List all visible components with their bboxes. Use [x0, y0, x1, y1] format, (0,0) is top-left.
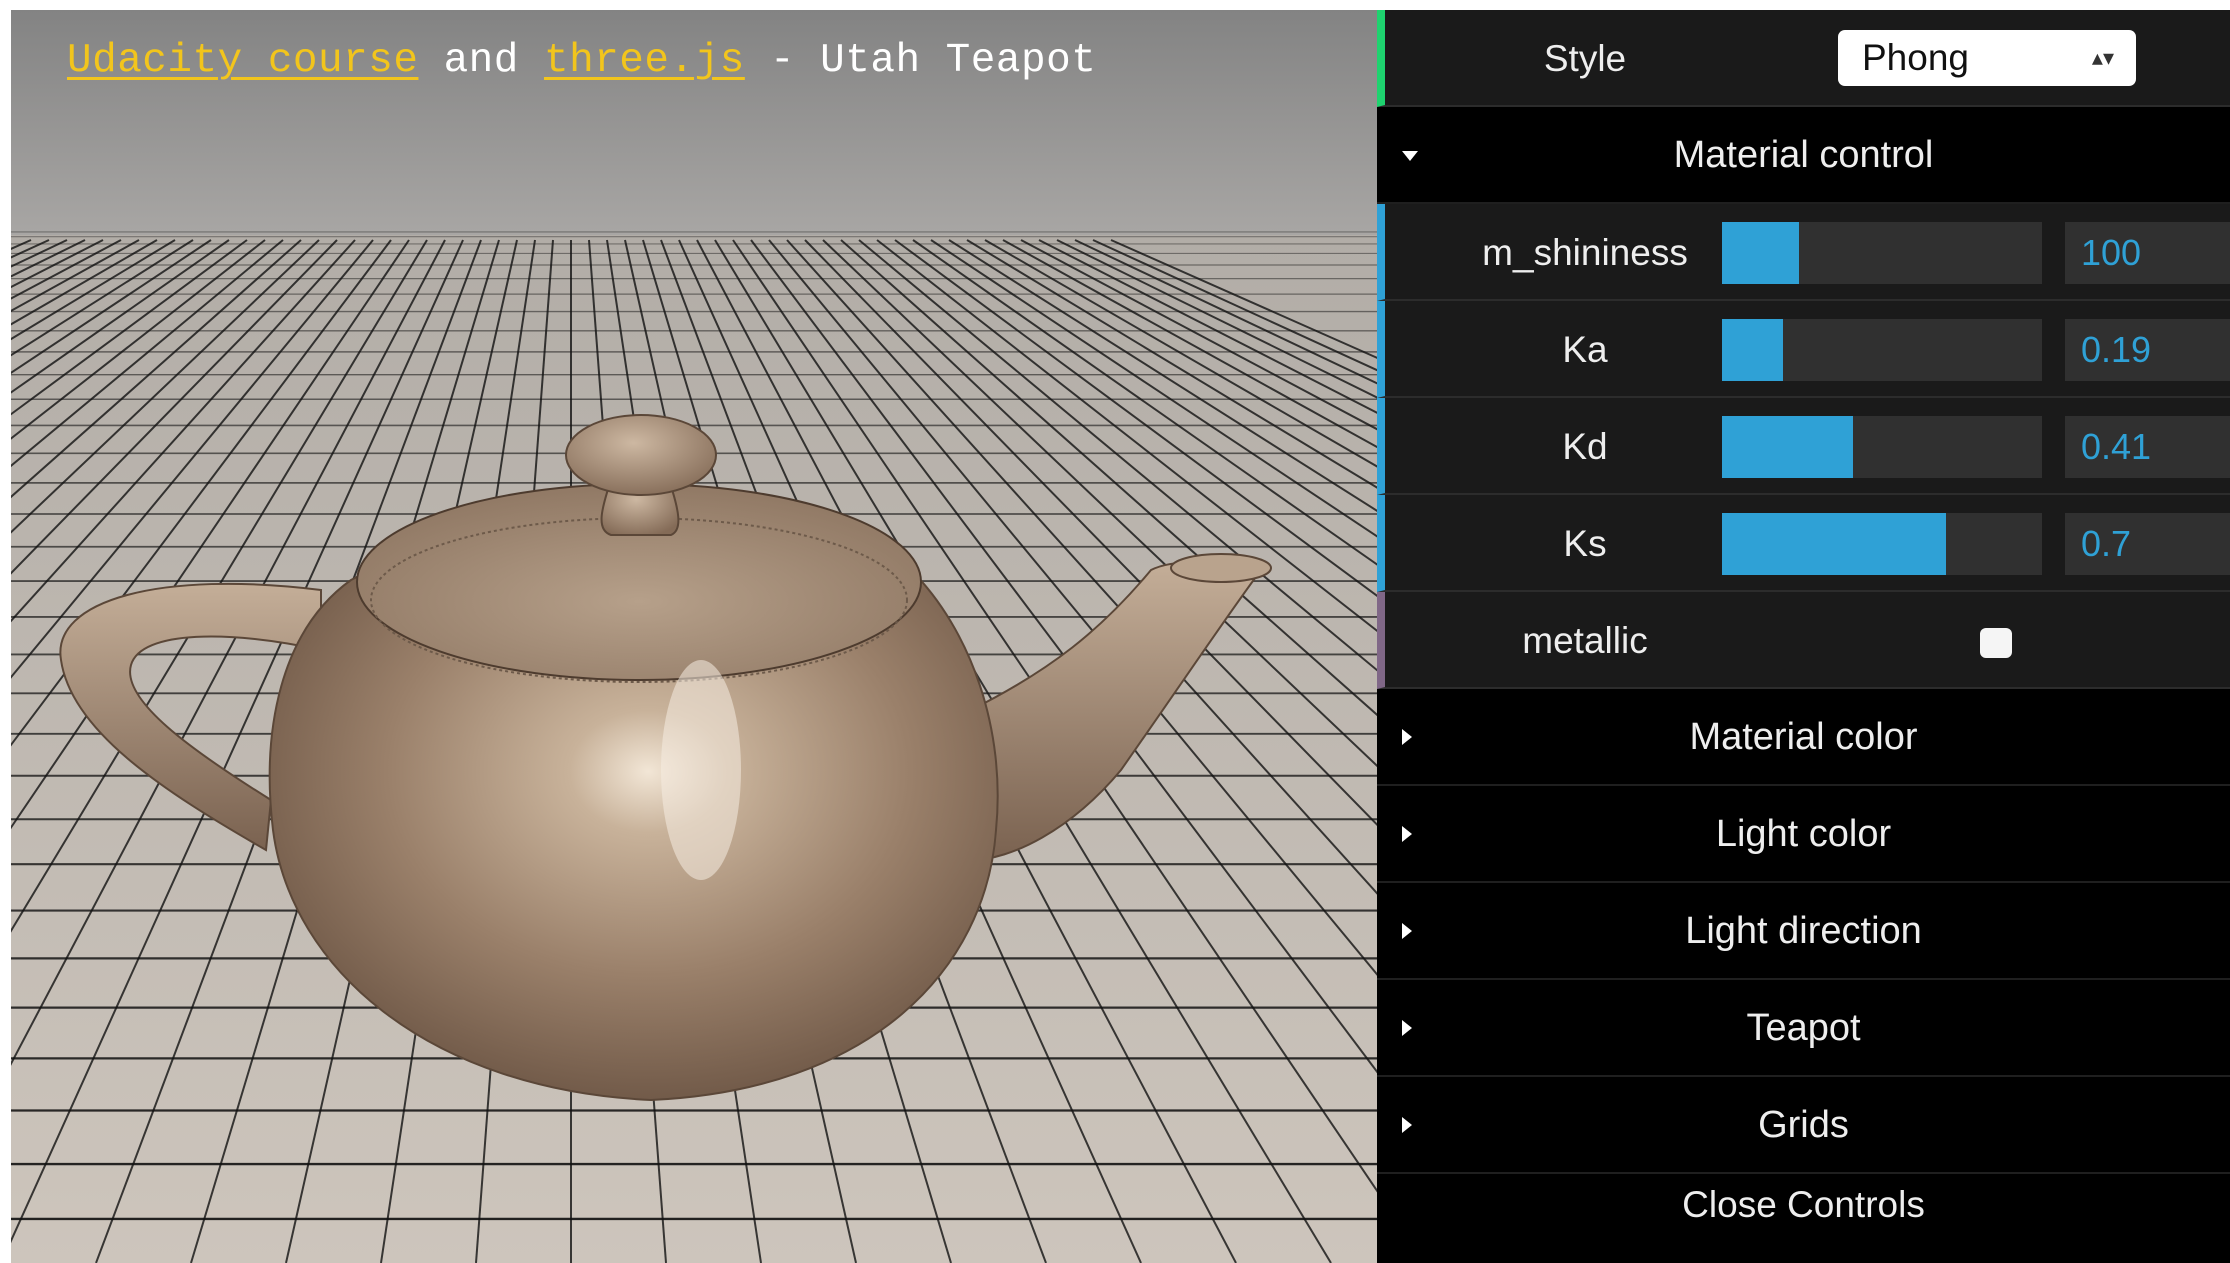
ks-input[interactable]: 0.7: [2065, 513, 2230, 575]
m-shininess-slider[interactable]: [1722, 222, 2042, 284]
slider-fill: [1722, 416, 1854, 478]
ks-slider[interactable]: [1722, 513, 2042, 575]
slider-row-ka: Ka 0.19: [1377, 301, 2230, 398]
folder-title: Light color: [1715, 813, 1892, 855]
kd-input[interactable]: 0.41: [2065, 416, 2230, 478]
header-connector: and: [418, 38, 544, 84]
metallic-checkbox[interactable]: [1980, 628, 2012, 658]
ka-slider[interactable]: [1722, 319, 2042, 381]
style-controller: Style Phong ▴▾: [1377, 10, 2230, 107]
slider-row-kd: Kd 0.41: [1377, 398, 2230, 495]
close-controls-button[interactable]: Close Controls: [1377, 1174, 2230, 1236]
folder-light-color[interactable]: Light color: [1377, 786, 2230, 883]
folder-material-color[interactable]: Material color: [1377, 689, 2230, 786]
scene-render[interactable]: [11, 10, 1377, 1263]
page-header: Udacity course and three.js - Utah Teapo…: [67, 38, 1096, 84]
ka-input[interactable]: 0.19: [2065, 319, 2230, 381]
folder-title: Grids: [1758, 1104, 1849, 1146]
folder-title: Material color: [1689, 716, 1918, 758]
folder-title: Material control: [1673, 134, 1934, 176]
style-label: Style: [1543, 38, 1627, 79]
app-window: Udacity course and three.js - Utah Teapo…: [0, 0, 2230, 1263]
kd-slider[interactable]: [1722, 416, 2042, 478]
folder-grids[interactable]: Grids: [1377, 1077, 2230, 1174]
udacity-course-link[interactable]: Udacity course: [67, 38, 418, 84]
folder-title: Light direction: [1685, 910, 1922, 952]
select-arrows-icon: ▴▾: [2091, 45, 2114, 70]
checkbox-row-metallic: metallic: [1377, 592, 2230, 689]
style-select[interactable]: Phong ▴▾: [1838, 30, 2136, 86]
folder-teapot[interactable]: Teapot: [1377, 980, 2230, 1077]
teapot-spout-tip: [1170, 553, 1272, 583]
slider-row-ks: Ks 0.7: [1377, 495, 2230, 592]
folder-light-direction[interactable]: Light direction: [1377, 883, 2230, 980]
style-selected-value: Phong: [1862, 37, 1969, 78]
slider-fill: [1722, 319, 1783, 381]
m-shininess-input[interactable]: 100: [2065, 222, 2230, 284]
checkbox-label: metallic: [1522, 620, 1648, 661]
threejs-link[interactable]: three.js: [544, 38, 745, 84]
folder-material-control[interactable]: Material control: [1377, 107, 2230, 204]
teapot-knob: [565, 414, 717, 496]
teapot-highlight: [661, 660, 741, 880]
header-suffix: - Utah Teapot: [744, 38, 1097, 84]
webgl-canvas[interactable]: Udacity course and three.js - Utah Teapo…: [11, 10, 1377, 1263]
slider-fill: [1722, 513, 1946, 575]
folder-title: Teapot: [1746, 1007, 1861, 1049]
controls-panel: Style Phong ▴▾ Material control m_shinin…: [1377, 10, 2230, 1263]
slider-fill: [1722, 222, 1799, 284]
slider-row-m-shininess: m_shininess 100: [1377, 204, 2230, 301]
